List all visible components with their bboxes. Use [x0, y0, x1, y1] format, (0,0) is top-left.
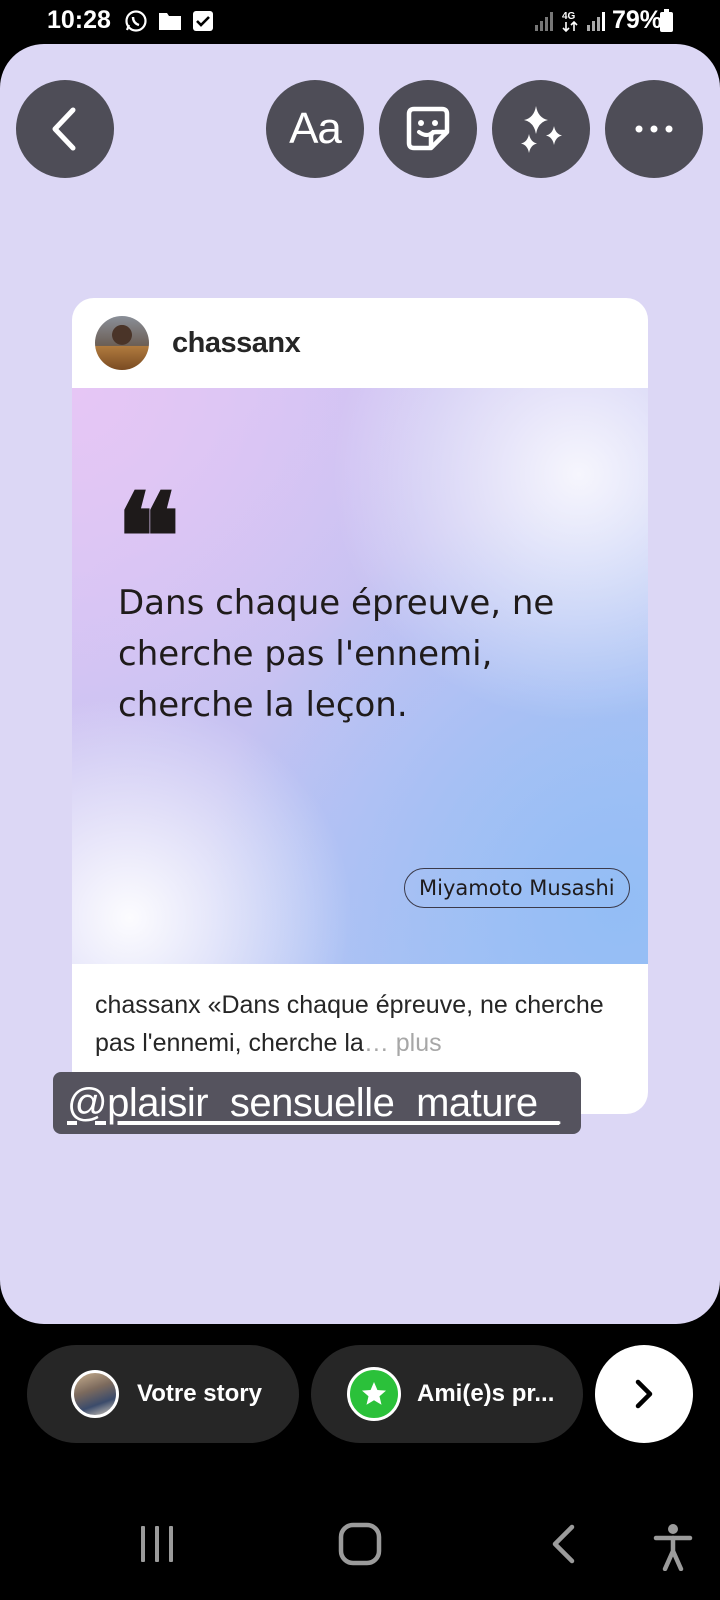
battery-icon [660, 9, 673, 32]
post-image: ❝ Dans chaque épreuve, ne cherche pas l'… [72, 388, 648, 964]
folder-icon [159, 13, 181, 30]
more-horizontal-icon [635, 125, 673, 133]
post-caption: chassanx «Dans chaque épreuve, ne cherch… [95, 986, 625, 1062]
your-story-avatar [71, 1370, 119, 1418]
sparkles-icon [521, 106, 562, 153]
status-notification-icons [124, 9, 214, 33]
chevron-left-icon [52, 107, 76, 151]
4g-icon: 4G [562, 11, 578, 32]
text-tool-label: Aa [289, 104, 342, 153]
svg-text:4G: 4G [562, 11, 576, 22]
whatsapp-icon [125, 10, 147, 32]
status-time: 10:28 [47, 6, 111, 34]
your-story-label: Votre story [137, 1380, 262, 1407]
quote-line: Dans chaque épreuve, ne [118, 583, 555, 623]
signal-icon [586, 11, 605, 31]
system-back-button[interactable] [548, 1522, 578, 1566]
back-icon [552, 1524, 575, 1564]
text-tool-button[interactable]: Aa [266, 80, 364, 178]
back-button[interactable] [16, 80, 114, 178]
sticker-icon [406, 106, 450, 151]
accessibility-button[interactable] [650, 1522, 696, 1572]
next-button[interactable] [595, 1345, 693, 1443]
home-icon [338, 1522, 382, 1566]
recents-button[interactable] [134, 1522, 180, 1566]
close-friends-label: Ami(e)s pr... [417, 1380, 555, 1407]
more-options-button[interactable] [605, 80, 703, 178]
checkbox-icon [193, 11, 213, 31]
quote-text: Dans chaque épreuve, ne cherche pas l'en… [118, 578, 618, 731]
shared-post-card[interactable]: chassanx ❝ Dans chaque épreuve, ne cherc… [72, 298, 648, 1114]
caption-more-link: plus [388, 1029, 442, 1057]
battery-percent: 79% [611, 6, 662, 34]
quote-author: Miyamoto Musashi [404, 868, 630, 908]
close-friends-star-icon [347, 1367, 401, 1421]
status-bar: 10:28 4G 79% [0, 0, 720, 44]
signal-icon [534, 11, 553, 31]
home-button[interactable] [336, 1520, 384, 1568]
sticker-button[interactable] [379, 80, 477, 178]
mention-text: @plaisir_sensuelle_mature_ [67, 1080, 560, 1125]
caption-ellipsis: … [363, 1029, 389, 1057]
post-author-avatar [95, 316, 149, 370]
share-your-story-button[interactable]: Votre story [27, 1345, 299, 1443]
system-nav-bar [0, 1500, 720, 1600]
effects-button[interactable] [492, 80, 590, 178]
caption-username: chassanx [95, 991, 201, 1019]
mention-sticker[interactable]: @plaisir_sensuelle_mature_ [53, 1072, 582, 1134]
quote-line: cherche la leçon. [118, 685, 408, 725]
post-username: chassanx [172, 326, 301, 359]
share-close-friends-button[interactable]: Ami(e)s pr... [311, 1345, 583, 1443]
post-header: chassanx [72, 298, 648, 388]
quote-line: cherche pas l'ennemi, [118, 634, 493, 674]
recents-icon [141, 1526, 173, 1562]
status-right: 4G 79% [534, 6, 662, 35]
chevron-right-icon [635, 1379, 653, 1409]
accessibility-icon [653, 1524, 693, 1571]
story-canvas[interactable]: Aa chassanx ❝ Dans chaque épreuve, ne ch… [0, 44, 720, 1324]
